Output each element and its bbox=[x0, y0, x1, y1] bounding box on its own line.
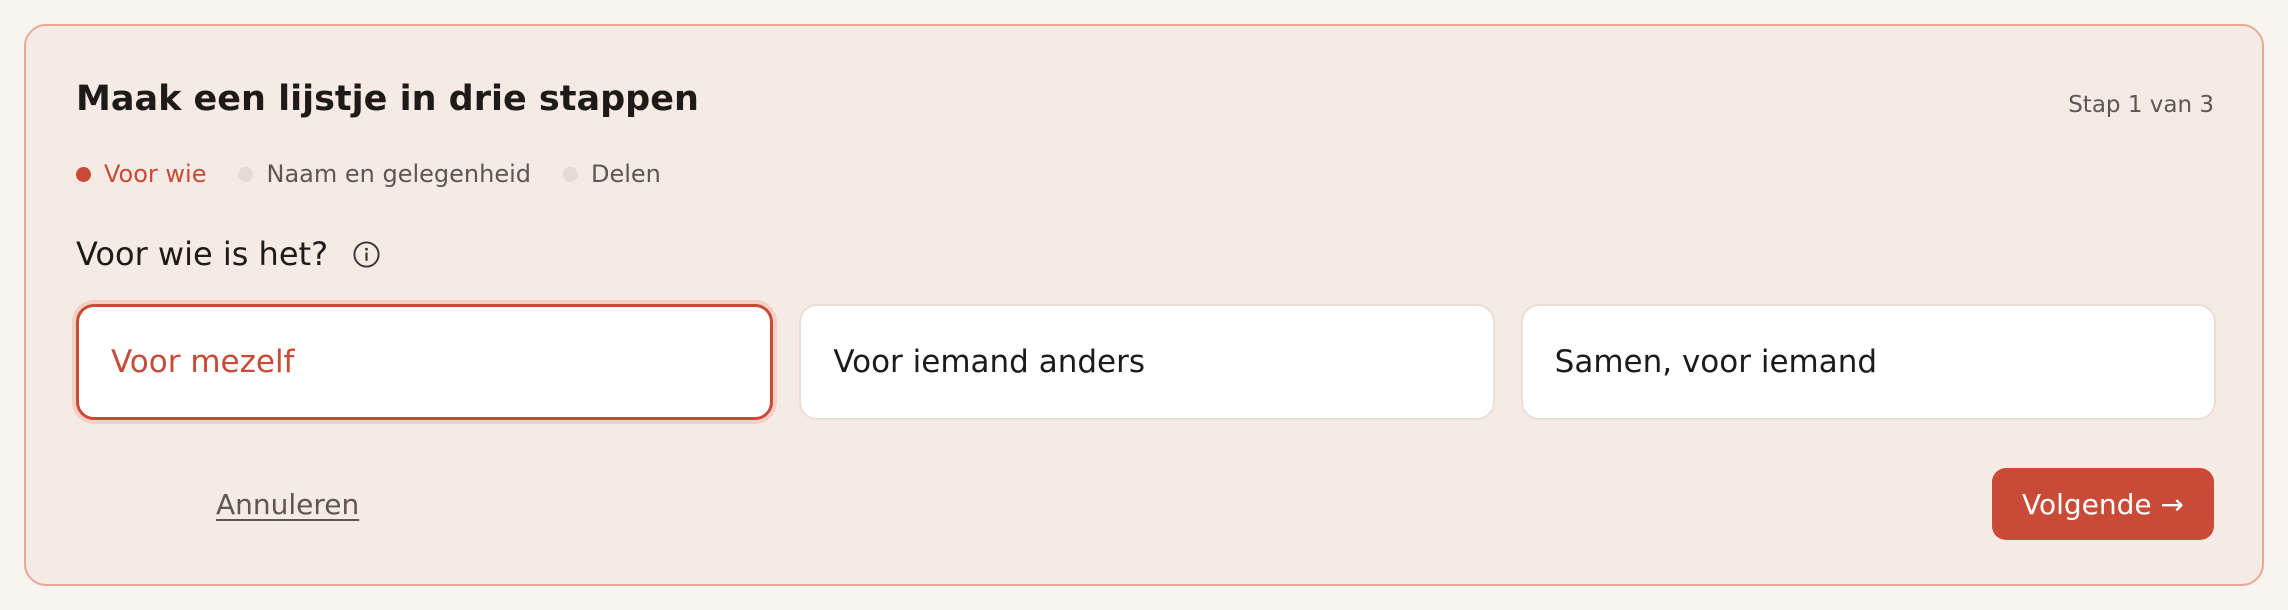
step-label: Naam en gelegenheid bbox=[266, 160, 531, 188]
step-label: Delen bbox=[591, 160, 661, 188]
step-label: Voor wie bbox=[104, 160, 207, 188]
info-icon[interactable] bbox=[352, 240, 381, 269]
cancel-link[interactable]: Annuleren bbox=[216, 488, 359, 521]
step-inactive-dot bbox=[238, 166, 254, 182]
step-inactive-dot bbox=[563, 166, 578, 182]
step-active-dot bbox=[76, 166, 91, 182]
question-label: Voor wie is het? bbox=[76, 235, 329, 273]
wizard-card: Maak een lijstje in drie stappen Stap 1 … bbox=[24, 24, 2264, 586]
option-voor-iemand-anders[interactable]: Voor iemand anders bbox=[799, 304, 1495, 420]
step-counter: Stap 1 van 3 bbox=[2068, 92, 2214, 118]
next-button[interactable]: Volgende → bbox=[1992, 468, 2214, 540]
option-voor-mezelf[interactable]: Voor mezelf bbox=[76, 304, 774, 420]
step-delen: Delen bbox=[563, 160, 661, 188]
option-samen-voor-iemand[interactable]: Samen, voor iemand bbox=[1520, 304, 2216, 420]
step-indicator: Voor wie Naam en gelegenheid Delen bbox=[76, 156, 693, 192]
question-row: Voor wie is het? bbox=[76, 232, 381, 276]
wizard-title: Maak een lijstje in drie stappen bbox=[76, 79, 699, 119]
step-voor-wie: Voor wie bbox=[76, 160, 206, 188]
recipient-options: Voor mezelf Voor iemand anders Samen, vo… bbox=[76, 304, 2216, 420]
step-naam-en-gelegenheid: Naam en gelegenheid bbox=[238, 160, 531, 188]
